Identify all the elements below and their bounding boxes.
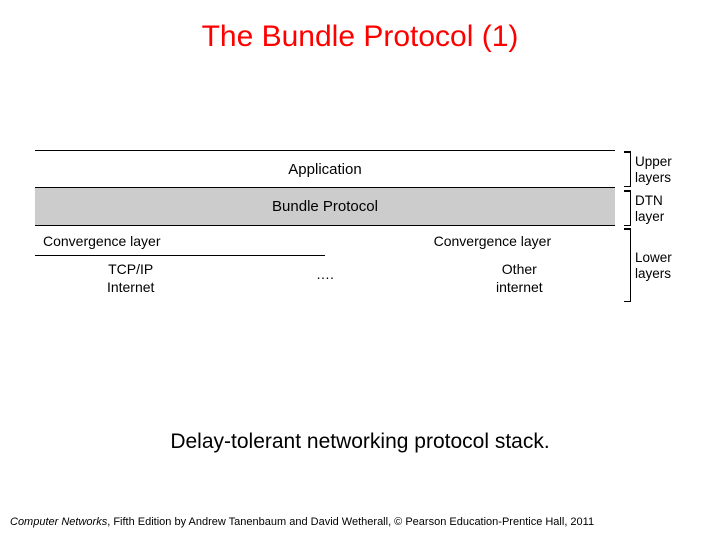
upper-layers-label: Upperlayers bbox=[635, 154, 672, 186]
bracket-dtn bbox=[630, 190, 631, 226]
book-title: Computer Networks bbox=[10, 516, 107, 528]
internet-label: Internet bbox=[107, 279, 154, 295]
convergence-layer-left: Convergence layer bbox=[35, 226, 325, 256]
stack-container: Application Bundle Protocol Convergence … bbox=[35, 150, 615, 304]
page-title: The Bundle Protocol (1) bbox=[0, 0, 720, 54]
other-label: Other bbox=[502, 261, 537, 277]
footer-citation: Computer Networks, Fifth Edition by Andr… bbox=[10, 516, 594, 528]
bracket-lower bbox=[630, 228, 631, 302]
other-internet: Other internet bbox=[424, 256, 615, 296]
internet-label-2: internet bbox=[496, 279, 543, 295]
citation-rest: , Fifth Edition by Andrew Tanenbaum and … bbox=[107, 516, 594, 528]
figure-caption: Delay-tolerant networking protocol stack… bbox=[0, 430, 720, 454]
internet-row: TCP/IP Internet …. Other internet bbox=[35, 256, 615, 304]
convergence-layer-right: Convergence layer bbox=[424, 226, 615, 256]
bracket-upper bbox=[630, 151, 631, 187]
lower-layers-label: Lowerlayers bbox=[635, 250, 672, 282]
dtn-layer-label: DTNlayer bbox=[635, 193, 664, 225]
tcpip-label: TCP/IP bbox=[108, 261, 153, 277]
ellipsis: …. bbox=[226, 256, 423, 282]
protocol-stack-diagram: Application Bundle Protocol Convergence … bbox=[35, 150, 695, 304]
convergence-row: Convergence layer Convergence layer bbox=[35, 226, 615, 256]
bundle-protocol-layer: Bundle Protocol bbox=[35, 188, 615, 226]
application-layer: Application bbox=[35, 150, 615, 188]
tcpip-internet: TCP/IP Internet bbox=[35, 256, 226, 296]
